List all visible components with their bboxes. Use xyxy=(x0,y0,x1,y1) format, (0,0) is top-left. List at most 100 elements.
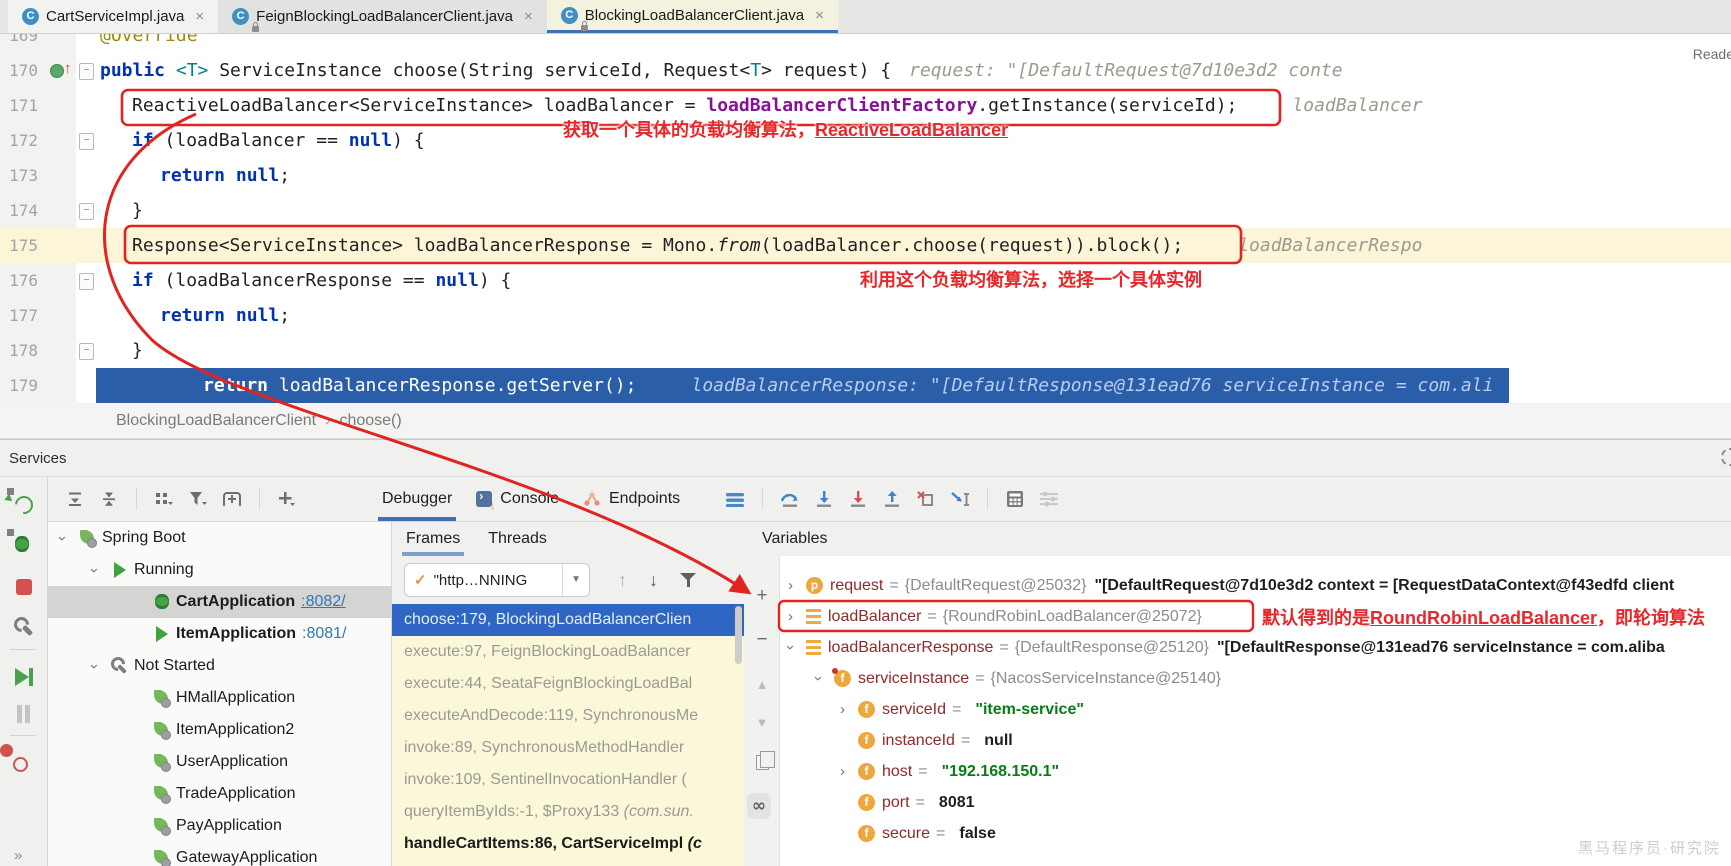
chevron-icon[interactable] xyxy=(784,639,806,656)
frames-list[interactable]: choose:179, BlockingLoadBalancerClien ex… xyxy=(392,604,744,866)
step-over-button[interactable] xyxy=(775,486,805,512)
tool-tab[interactable]: Endpoints xyxy=(571,477,692,521)
fold-marker[interactable] xyxy=(76,53,96,88)
tree-row[interactable]: Running xyxy=(48,554,391,586)
code-line[interactable]: 178 } xyxy=(0,333,1731,368)
variable-row[interactable]: serviceInstance = {NacosServiceInstance@… xyxy=(744,663,1731,694)
port-link[interactable]: :8082/ xyxy=(301,593,345,611)
thread-dropdown[interactable]: ✓ "http…NNING ▼ xyxy=(404,563,590,597)
chevron-icon[interactable] xyxy=(784,608,806,625)
fold-marker[interactable] xyxy=(76,333,96,368)
tree-row[interactable]: HMallApplication xyxy=(48,682,391,714)
move-watch-down-button[interactable]: ▼ xyxy=(750,710,774,734)
hide-frames-filter-button[interactable] xyxy=(680,573,696,587)
stack-frame-row[interactable]: execute:97, FeignBlockingLoadBalancer xyxy=(392,636,744,668)
close-icon[interactable]: × xyxy=(815,7,824,24)
drop-frame-button[interactable] xyxy=(911,486,941,512)
chevron-down-icon[interactable] xyxy=(88,562,110,579)
add-tab-button[interactable] xyxy=(217,486,247,512)
fold-marker[interactable] xyxy=(76,263,96,298)
chevron-icon[interactable] xyxy=(784,577,806,594)
code-line[interactable]: 173 return null; xyxy=(0,158,1731,193)
scrollbar-thumb[interactable] xyxy=(735,606,742,664)
editor-tab[interactable]: C BlockingLoadBalancerClient.java × xyxy=(547,0,838,33)
frames-tab[interactable]: Threads xyxy=(474,522,561,556)
tree-row[interactable]: Spring Boot xyxy=(48,522,391,554)
breadcrumb-class[interactable]: BlockingLoadBalancerClient xyxy=(116,412,316,430)
remove-watch-button[interactable]: − xyxy=(750,628,774,652)
fold-marker[interactable] xyxy=(76,158,96,193)
tree-row[interactable]: GatewayApplication xyxy=(48,842,391,866)
variable-row[interactable]: host = "192.168.150.1" xyxy=(744,756,1731,787)
gutter-icons[interactable] xyxy=(46,298,76,333)
next-frame-button[interactable]: ↓ xyxy=(649,570,658,591)
tool-tab[interactable]: Debugger xyxy=(370,477,464,521)
hamburger-menu-icon[interactable] xyxy=(720,486,750,512)
editor-tab[interactable]: C CartServiceImpl.java × xyxy=(8,0,218,33)
gutter-icons[interactable] xyxy=(46,158,76,193)
chevron-down-icon[interactable] xyxy=(88,658,110,675)
previous-frame-button[interactable]: ↑ xyxy=(618,570,627,591)
tree-row[interactable]: Not Started xyxy=(48,650,391,682)
code-line[interactable]: 170 public <T> ServiceInstance choose(St… xyxy=(0,53,1731,88)
gutter-icons[interactable] xyxy=(46,34,76,53)
gutter-icons[interactable] xyxy=(46,193,76,228)
tree-row[interactable]: PayApplication xyxy=(48,810,391,842)
move-watch-up-button[interactable]: ▲ xyxy=(750,672,774,696)
variable-row[interactable]: port = 8081 xyxy=(744,787,1731,818)
frames-tab[interactable]: Frames xyxy=(392,522,474,556)
close-icon[interactable]: × xyxy=(195,8,204,25)
fold-marker[interactable] xyxy=(76,193,96,228)
chevron-down-icon[interactable] xyxy=(56,530,78,547)
variable-row[interactable]: loadBalancerResponse = {DefaultResponse@… xyxy=(744,632,1731,663)
tree-row[interactable]: CartApplication :8082/ xyxy=(48,586,391,618)
close-icon[interactable]: × xyxy=(524,8,533,25)
stack-frame-row[interactable]: handleCartItems:86, CartServiceImpl (c xyxy=(392,828,744,860)
gutter-icons[interactable] xyxy=(46,53,76,88)
chevron-icon[interactable] xyxy=(836,701,858,718)
tool-tab[interactable]: Console xyxy=(464,477,571,521)
code-line[interactable]: 177 return null; xyxy=(0,298,1731,333)
code-line[interactable]: 175 Response<ServiceInstance> loadBalanc… xyxy=(0,228,1731,263)
fold-marker[interactable] xyxy=(76,228,96,263)
gutter-icons[interactable] xyxy=(46,368,76,403)
gutter-icons[interactable] xyxy=(46,123,76,158)
gutter-icons[interactable] xyxy=(46,263,76,298)
services-panel-header[interactable]: Services xyxy=(0,439,1731,477)
stack-frame-row[interactable]: invoke:109, SentinelInvocationHandler ( xyxy=(392,764,744,796)
add-service-button[interactable] xyxy=(272,486,302,512)
show-watches-button[interactable]: ∞ xyxy=(747,794,771,818)
tree-row[interactable]: ItemApplication :8081/ xyxy=(48,618,391,650)
group-by-button[interactable] xyxy=(149,486,179,512)
filter-button[interactable] xyxy=(183,486,213,512)
stack-frame-row[interactable]: choose:179, BlockingLoadBalancerClien xyxy=(392,604,744,636)
gutter-icons[interactable] xyxy=(46,88,76,123)
chevron-down-icon[interactable]: ▼ xyxy=(562,564,589,596)
services-tree[interactable]: Spring Boot Running CartApplication :808… xyxy=(48,522,392,866)
step-into-button[interactable] xyxy=(809,486,839,512)
chevron-icon[interactable] xyxy=(812,670,834,687)
fold-marker[interactable] xyxy=(76,88,96,123)
stack-frame-row[interactable]: invoke:89, SynchronousMethodHandler xyxy=(392,732,744,764)
code-line[interactable]: 179 return loadBalancerResponse.getServe… xyxy=(0,368,1731,403)
more-chevron-icon[interactable]: » xyxy=(14,847,22,864)
stack-frame-row[interactable]: executeAndDecode:119, SynchronousMe xyxy=(392,700,744,732)
code-line[interactable]: 174 } xyxy=(0,193,1731,228)
duplicate-watch-button[interactable] xyxy=(750,750,774,774)
variable-row[interactable]: instanceId = null xyxy=(744,725,1731,756)
variables-list[interactable]: request = {DefaultRequest@25032} "[Defau… xyxy=(744,556,1731,849)
variable-row[interactable]: request = {DefaultRequest@25032} "[Defau… xyxy=(744,570,1731,601)
reader-mode-label[interactable]: Reade xyxy=(1693,46,1731,62)
layout-settings-button[interactable] xyxy=(1034,486,1064,512)
run-to-cursor-button[interactable] xyxy=(945,486,975,512)
gutter-icons[interactable] xyxy=(46,333,76,368)
tree-row[interactable]: ItemApplication2 xyxy=(48,714,391,746)
port-link[interactable]: :8081/ xyxy=(302,625,346,643)
code-line[interactable]: 169 @Override xyxy=(0,34,1731,53)
force-step-into-button[interactable] xyxy=(843,486,873,512)
gutter-icons[interactable] xyxy=(46,228,76,263)
evaluate-expression-button[interactable] xyxy=(1000,486,1030,512)
editor-tab[interactable]: C FeignBlockingLoadBalancerClient.java × xyxy=(218,0,547,33)
gear-icon[interactable] xyxy=(1721,448,1731,466)
fold-marker[interactable] xyxy=(76,34,96,53)
